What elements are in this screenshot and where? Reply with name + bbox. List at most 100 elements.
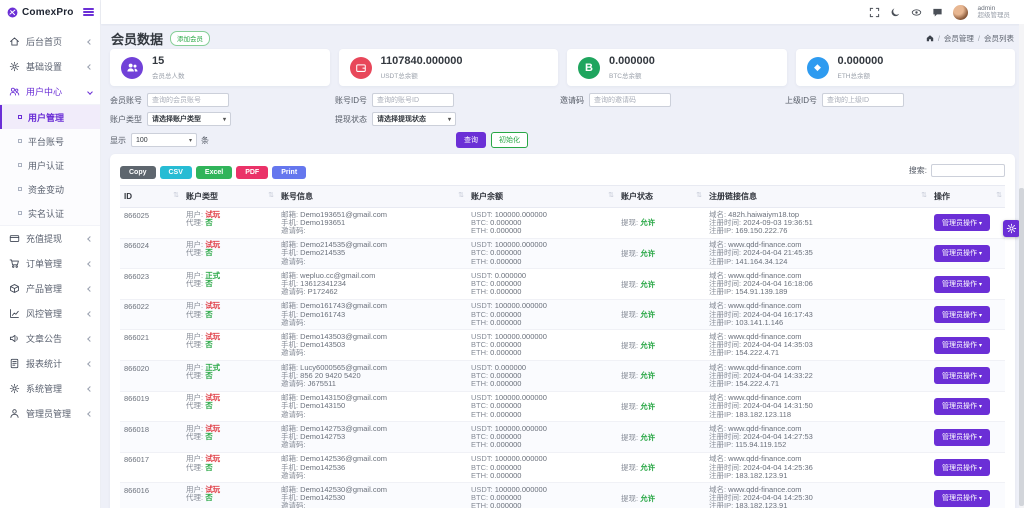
- withdraw-status-select[interactable]: 请选择提现状态 ▾: [372, 112, 456, 126]
- sidebar-subitem-platform-account[interactable]: 平台账号: [0, 129, 100, 153]
- stat-value: 15: [152, 55, 165, 68]
- cell-action: 管理员操作 ▾: [930, 268, 1005, 300]
- admin-action-button[interactable]: 管理员操作 ▾: [934, 489, 990, 507]
- page-size-select[interactable]: 100 ▾: [131, 133, 197, 147]
- settings-flyout-button[interactable]: [1003, 220, 1020, 237]
- sidebar-item-home[interactable]: 后台首页: [0, 29, 100, 54]
- admin-action-button[interactable]: 管理员操作 ▾: [934, 428, 990, 446]
- breadcrumb-item[interactable]: 会员管理: [944, 33, 974, 44]
- account-type-select[interactable]: 请选择账户类型 ▾: [147, 112, 231, 126]
- stat-card: ◆ 0.000000 ETH总余额: [795, 49, 1015, 86]
- cell-balance: USDT: 100000.000000 BTC: 0.000000 ETH: 0…: [467, 207, 617, 239]
- member-account-input[interactable]: [147, 93, 229, 107]
- admin-action-button[interactable]: 管理员操作 ▾: [934, 367, 990, 385]
- cell-id: 866021: [120, 329, 182, 362]
- parent-id-input[interactable]: [822, 93, 904, 107]
- sidebar-item-user-center[interactable]: 用户中心: [0, 79, 100, 104]
- sidebar-item-product-management[interactable]: 产品管理: [0, 276, 100, 301]
- sidebar-subitem-realname-auth[interactable]: 实名认证: [0, 201, 100, 225]
- cell-account-info: 邮箱: Lucy6000565@gmail.com 手机: 856 20 942…: [277, 360, 467, 392]
- page-title: 会员数据: [111, 31, 164, 47]
- sidebar-item-report-statistics[interactable]: 报表统计: [0, 351, 100, 376]
- sidebar-subitem-user-management[interactable]: 用户管理: [0, 105, 100, 129]
- invite-code-input[interactable]: [589, 93, 671, 107]
- filter-label: 上级ID号: [785, 95, 817, 105]
- cell-account-type: 用户: 试玩 代理: 否: [182, 329, 277, 362]
- export-excel-button[interactable]: Excel: [195, 166, 233, 179]
- cell-action: 管理员操作 ▾: [930, 207, 1005, 239]
- stat-value: 0.000000: [609, 55, 655, 68]
- avatar[interactable]: [952, 4, 968, 20]
- brand-name: ComexPro: [22, 6, 74, 18]
- export-copy-button[interactable]: Copy: [120, 166, 156, 179]
- menu-toggle-icon[interactable]: [83, 6, 94, 18]
- sidebar-subitem-user-auth[interactable]: 用户认证: [0, 153, 100, 177]
- sort-icon: ⇅: [608, 192, 614, 199]
- bullet-icon: [18, 211, 22, 215]
- sidebar-item-label: 报表统计: [26, 359, 63, 369]
- home-icon[interactable]: [926, 34, 934, 42]
- export-pdf-button[interactable]: PDF: [236, 166, 269, 179]
- sidebar-item-recharge-withdraw[interactable]: 充值提现: [0, 226, 100, 251]
- cell-status: 提现: 允许: [617, 391, 705, 423]
- reset-button[interactable]: 初始化: [491, 132, 528, 148]
- column-header[interactable]: 账户余额 ⇅: [467, 185, 617, 208]
- sidebar-item-label: 产品管理: [26, 284, 63, 294]
- caret-down-icon: ▾: [978, 251, 982, 258]
- column-header[interactable]: 账户类型 ⇅: [182, 185, 277, 208]
- sidebar-item-risk-management[interactable]: 风控管理: [0, 301, 100, 326]
- eth-icon: ◆: [814, 62, 821, 72]
- admin-action-button[interactable]: 管理员操作 ▾: [934, 459, 990, 477]
- table-row: 866022 用户: 试玩 代理: 否 邮箱: Demo161743@gmail…: [120, 299, 1005, 331]
- admin-action-button[interactable]: 管理员操作 ▾: [934, 397, 990, 415]
- table-search-input[interactable]: [931, 163, 1005, 177]
- export-csv-button[interactable]: CSV: [159, 166, 192, 179]
- topbar: admin 超级管理员: [101, 0, 1024, 24]
- column-header[interactable]: 注册链接信息 ⇅: [705, 185, 930, 208]
- cell-balance: USDT: 0.000000 BTC: 0.000000 ETH: 0.0000…: [467, 360, 617, 392]
- fullscreen-icon[interactable]: [869, 7, 880, 18]
- export-buttons: Copy CSV Excel PDF Print: [120, 161, 310, 179]
- cell-status: 提现: 允许: [617, 329, 705, 362]
- sidebar-item-label: 管理员管理: [26, 409, 72, 419]
- stat-cards: 15 会员总人数 1107840.000000 USDT总余额 B 0.0000…: [110, 49, 1015, 86]
- bullet-icon: [18, 115, 22, 119]
- cell-account-type: 用户: 正式 代理: 否: [182, 360, 277, 392]
- cell-account-info: 邮箱: Demo143503@gmail.com 手机: Demo143503 …: [277, 329, 467, 362]
- add-member-button[interactable]: 添加会员: [170, 30, 211, 46]
- export-print-button[interactable]: Print: [272, 166, 307, 179]
- breadcrumb-item[interactable]: 会员列表: [984, 33, 1014, 44]
- column-header[interactable]: 账号信息 ⇅: [277, 185, 467, 208]
- cell-reg-info: 域名: www.qdd-finance.com 注册时间: 2024-04-04…: [705, 360, 930, 392]
- admin-action-button[interactable]: 管理员操作 ▾: [934, 306, 990, 324]
- account-id-input[interactable]: [372, 93, 454, 107]
- sidebar-item-article-announcement[interactable]: 文章公告: [0, 326, 100, 351]
- sidebar-item-label: 后台首页: [26, 37, 63, 47]
- chat-icon[interactable]: [932, 7, 943, 18]
- admin-action-button[interactable]: 管理员操作 ▾: [934, 336, 990, 354]
- scrollbar-thumb[interactable]: [1019, 188, 1024, 506]
- admin-action-button[interactable]: 管理员操作 ▾: [934, 275, 990, 293]
- chevron-left-icon: [87, 260, 93, 267]
- sidebar-item-system-management[interactable]: 系统管理: [0, 376, 100, 401]
- sidebar-item-order-management[interactable]: 订单管理: [0, 251, 100, 276]
- table-row: 866024 用户: 试玩 代理: 否 邮箱: Demo214535@gmail…: [120, 238, 1005, 270]
- sidebar-item-admin-management[interactable]: 管理员管理: [0, 401, 100, 426]
- chevron-left-icon: [87, 410, 93, 417]
- column-header[interactable]: 操作 ⇅: [930, 185, 1005, 208]
- column-header[interactable]: ID ⇅: [120, 185, 182, 208]
- admin-action-button[interactable]: 管理员操作 ▾: [934, 214, 990, 232]
- box-icon: [9, 283, 20, 294]
- caret-down-icon: ▾: [978, 435, 982, 442]
- moon-icon[interactable]: [890, 7, 901, 18]
- content: 会员数据 添加会员 / 会员管理 / 会员列表 15 会员总人数 1107840…: [101, 24, 1024, 508]
- eye-icon[interactable]: [911, 7, 922, 18]
- admin-action-button[interactable]: 管理员操作 ▾: [934, 244, 990, 262]
- search-button[interactable]: 查询: [456, 132, 486, 148]
- scrollbar[interactable]: [1019, 24, 1024, 508]
- cell-status: 提现: 允许: [617, 238, 705, 270]
- column-header[interactable]: 账户状态 ⇅: [617, 185, 705, 208]
- sidebar-subitem-fund-changes[interactable]: 资金变动: [0, 177, 100, 201]
- stat-value: 1107840.000000: [380, 55, 463, 68]
- sidebar-item-basic-settings[interactable]: 基础设置: [0, 54, 100, 79]
